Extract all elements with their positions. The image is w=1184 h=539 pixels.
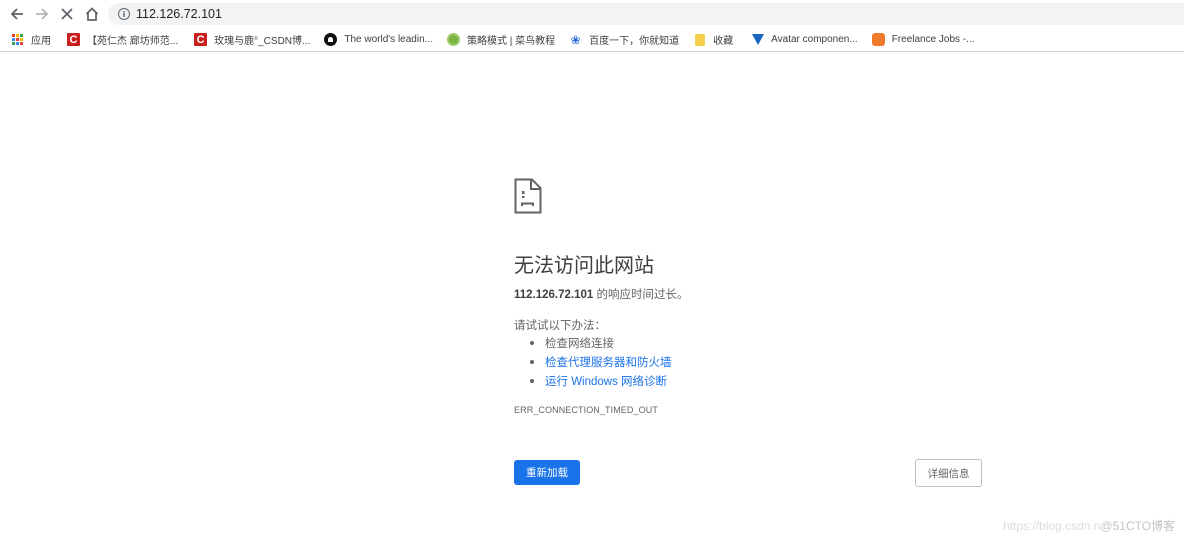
bookmark-label: Freelance Jobs -... [891, 34, 975, 45]
error-title: 无法访问此网站 [514, 255, 654, 277]
bookmark-label: 【苑仁杰 廊坊师范... [87, 36, 179, 47]
home-icon [85, 7, 99, 21]
browser-toolbar: i 112.126.72.101 [0, 0, 1184, 28]
csdn-icon: C [67, 33, 80, 46]
baidu-icon: ❀ [570, 32, 581, 47]
bookmark-apps[interactable]: 应用 [0, 28, 57, 52]
bookmark-item[interactable]: Freelance Jobs -... [864, 28, 981, 52]
address-bar[interactable]: i 112.126.72.101 [108, 3, 1184, 25]
bullet-icon [530, 340, 534, 345]
url-text[interactable]: 112.126.72.101 [136, 7, 222, 21]
freelance-icon [871, 33, 885, 46]
bookmark-item[interactable]: The world's leadin... [316, 28, 439, 52]
watermark-url: https://blog.csdn.n [1003, 519, 1101, 533]
stop-button[interactable] [55, 2, 79, 26]
bookmark-label: 收藏 [713, 36, 734, 47]
suggestion-run-diagnostics-link[interactable]: 运行 Windows 网络诊断 [545, 373, 667, 389]
home-button[interactable] [80, 2, 104, 26]
bullet-icon [530, 378, 534, 383]
forward-button[interactable] [30, 2, 54, 26]
suggestion-item: 检查代理服务器和防火墙 [530, 352, 672, 371]
bookmark-item[interactable]: 策略模式 | 菜鸟教程 [439, 28, 561, 52]
suggestion-check-network: 检查网络连接 [545, 337, 614, 350]
error-host: 112.126.72.101 [514, 289, 594, 301]
bookmark-label: 策略模式 | 菜鸟教程 [466, 36, 556, 47]
suggestion-check-proxy-link[interactable]: 检查代理服务器和防火墙 [545, 354, 672, 370]
details-button[interactable]: 详细信息 [915, 459, 982, 487]
suggestion-item: 运行 Windows 网络诊断 [530, 371, 672, 390]
info-icon[interactable]: i [118, 8, 130, 20]
bookmark-label: Avatar componen... [771, 34, 858, 45]
bullet-icon [530, 359, 534, 364]
bookmark-item[interactable]: C 玫瑰与鹿°_CSDN博... [184, 28, 316, 52]
arrow-left-icon [10, 8, 23, 20]
bookmark-label: 应用 [31, 36, 51, 47]
back-button[interactable] [5, 2, 29, 26]
error-code: ERR_CONNECTION_TIMED_OUT [514, 405, 658, 415]
csdn-icon: C [194, 33, 208, 46]
arrow-right-icon [36, 8, 49, 20]
folder-icon [693, 33, 706, 46]
error-subtitle-suffix: 的响应时间过长。 [593, 289, 689, 301]
bookmarks-bar: 应用 C 【苑仁杰 廊坊师范... C 玫瑰与鹿°_CSDN博... The w… [0, 28, 1184, 52]
watermark: https://blog.csdn.n@51CTO博客 [1003, 517, 1175, 534]
suggestions-heading: 请试试以下办法： [514, 320, 606, 332]
bookmark-label: 玫瑰与鹿°_CSDN博... [214, 36, 311, 47]
suggestion-item: 检查网络连接 [530, 333, 672, 352]
bookmark-folder[interactable]: 收藏 [685, 28, 739, 52]
reload-button[interactable]: 重新加载 [514, 460, 580, 485]
watermark-brand: @51CTO博客 [1100, 519, 1176, 533]
bookmark-label: The world's leadin... [344, 34, 433, 45]
sad-page-icon [514, 178, 542, 214]
bookmark-item[interactable]: ❀ 百度一下，你就知道 [561, 28, 685, 52]
vuetify-icon [751, 33, 764, 46]
apps-grid-icon [11, 33, 24, 46]
bookmark-label: 百度一下，你就知道 [589, 36, 680, 47]
suggestions-list: 检查网络连接 检查代理服务器和防火墙 运行 Windows 网络诊断 [530, 333, 672, 390]
close-icon [61, 8, 73, 20]
bookmark-item[interactable]: Avatar componen... [739, 28, 864, 52]
runoob-icon [446, 33, 460, 46]
github-icon [324, 33, 338, 46]
bookmark-item[interactable]: C 【苑仁杰 廊坊师范... [57, 28, 184, 52]
error-subtitle: 112.126.72.101 的响应时间过长。 [514, 286, 689, 302]
